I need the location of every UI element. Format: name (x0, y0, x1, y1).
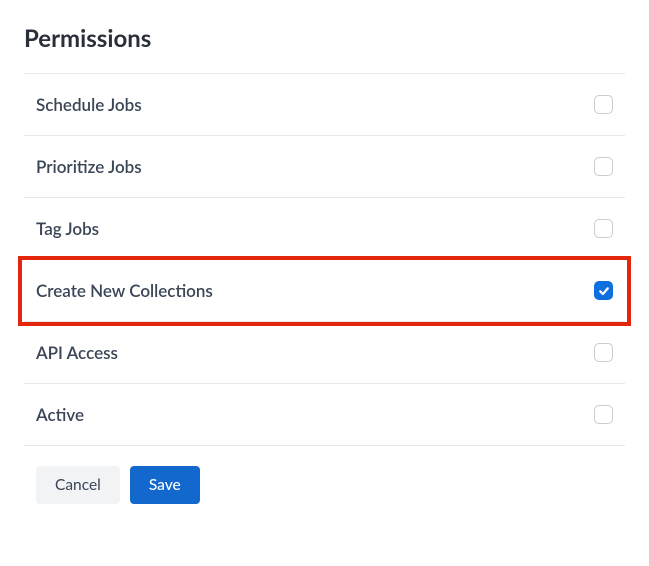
permission-checkbox-api-access[interactable] (594, 343, 613, 362)
permission-checkbox-tag-jobs[interactable] (594, 219, 613, 238)
permission-checkbox-prioritize-jobs[interactable] (594, 157, 613, 176)
permission-row-schedule-jobs: Schedule Jobs (24, 74, 625, 136)
permission-label: Tag Jobs (36, 218, 99, 239)
check-icon (598, 285, 610, 297)
permission-checkbox-schedule-jobs[interactable] (594, 95, 613, 114)
permission-label: Prioritize Jobs (36, 156, 142, 177)
permission-row-tag-jobs: Tag Jobs (24, 198, 625, 260)
permissions-list: Schedule Jobs Prioritize Jobs Tag Jobs C… (24, 73, 625, 446)
permissions-list-wrapper: Schedule Jobs Prioritize Jobs Tag Jobs C… (24, 73, 625, 446)
cancel-button[interactable]: Cancel (36, 466, 120, 504)
permission-row-api-access: API Access (24, 322, 625, 384)
permission-checkbox-create-new-collections[interactable] (594, 281, 613, 300)
page-title: Permissions (24, 24, 625, 53)
button-row: Cancel Save (24, 466, 625, 504)
permission-checkbox-active[interactable] (594, 405, 613, 424)
permission-row-prioritize-jobs: Prioritize Jobs (24, 136, 625, 198)
save-button[interactable]: Save (130, 466, 200, 504)
permission-label: Active (36, 404, 84, 425)
permission-row-active: Active (24, 384, 625, 446)
permission-label: API Access (36, 342, 118, 363)
permission-label: Create New Collections (36, 280, 213, 301)
permission-label: Schedule Jobs (36, 94, 142, 115)
permission-row-create-new-collections: Create New Collections (24, 260, 625, 322)
